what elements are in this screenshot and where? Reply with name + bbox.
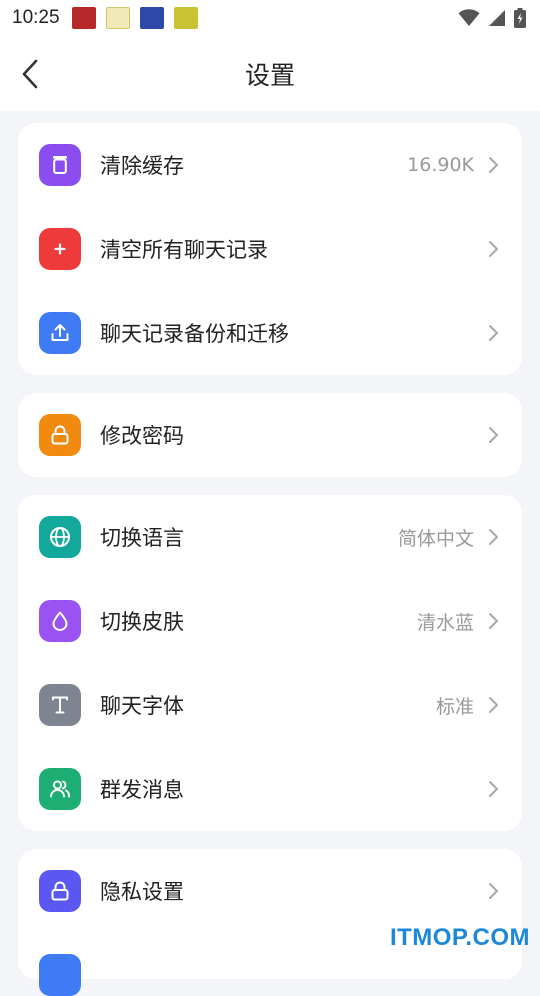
system-icons	[458, 8, 526, 28]
page-title: 设置	[0, 36, 540, 111]
switch-language-label: 切换语言	[100, 522, 184, 552]
plus-icon	[39, 228, 81, 270]
language-value: 简体中文	[398, 524, 474, 551]
broadcast-message-row[interactable]: 群发消息	[18, 747, 522, 831]
app-notification-icon-3	[140, 7, 164, 29]
settings-card-storage: 清除缓存 16.90K 清空所有聊天记录 聊天记录备份和迁移	[18, 123, 522, 375]
cache-size-value: 16.90K	[407, 154, 474, 176]
app-notification-icon-4	[174, 7, 198, 29]
trash-icon	[39, 144, 81, 186]
privacy-settings-label: 隐私设置	[100, 876, 184, 906]
chevron-right-icon	[486, 696, 500, 714]
text-icon	[39, 684, 81, 726]
app-bar: 设置	[0, 36, 540, 111]
switch-skin-row[interactable]: 切换皮肤 清水蓝	[18, 579, 522, 663]
battery-charging-icon	[514, 8, 526, 28]
change-password-label: 修改密码	[100, 420, 184, 450]
settings-card-appearance: 切换语言 简体中文 切换皮肤 清水蓝 聊天字体 标准	[18, 495, 522, 831]
chat-font-label: 聊天字体	[100, 690, 184, 720]
switch-language-row[interactable]: 切换语言 简体中文	[18, 495, 522, 579]
clear-chat-history-label: 清空所有聊天记录	[100, 234, 268, 264]
change-password-row[interactable]: 修改密码	[18, 393, 522, 477]
chevron-right-icon	[486, 780, 500, 798]
chat-font-row[interactable]: 聊天字体 标准	[18, 663, 522, 747]
chat-backup-row[interactable]: 聊天记录备份和迁移	[18, 291, 522, 375]
skin-value: 清水蓝	[417, 608, 474, 635]
signal-icon	[488, 9, 506, 27]
clear-chat-history-row[interactable]: 清空所有聊天记录	[18, 207, 522, 291]
next-row-icon-partial	[39, 954, 81, 996]
font-size-value: 标准	[436, 692, 474, 719]
app-notification-icon-2	[106, 7, 130, 29]
chevron-right-icon	[486, 156, 500, 174]
status-time: 10:25	[12, 7, 60, 29]
settings-card-password: 修改密码	[18, 393, 522, 477]
lock-icon	[39, 870, 81, 912]
droplet-icon	[39, 600, 81, 642]
chevron-right-icon	[486, 882, 500, 900]
broadcast-message-label: 群发消息	[100, 774, 184, 804]
chevron-right-icon	[486, 324, 500, 342]
chevron-right-icon	[486, 612, 500, 630]
users-icon	[39, 768, 81, 810]
chevron-right-icon	[486, 240, 500, 258]
chevron-right-icon	[486, 426, 500, 444]
notification-icons	[72, 7, 198, 29]
wifi-icon	[458, 9, 480, 27]
app-notification-icon-1	[72, 7, 96, 29]
switch-skin-label: 切换皮肤	[100, 606, 184, 636]
clear-cache-label: 清除缓存	[100, 150, 184, 180]
lock-icon	[39, 414, 81, 456]
chevron-right-icon	[486, 528, 500, 546]
chat-backup-label: 聊天记录备份和迁移	[100, 318, 289, 348]
status-bar: 10:25	[0, 0, 540, 36]
clear-cache-row[interactable]: 清除缓存 16.90K	[18, 123, 522, 207]
watermark: ITMOP.COM	[390, 924, 530, 952]
globe-icon	[39, 516, 81, 558]
privacy-settings-row[interactable]: 隐私设置	[18, 849, 522, 933]
upload-icon	[39, 312, 81, 354]
